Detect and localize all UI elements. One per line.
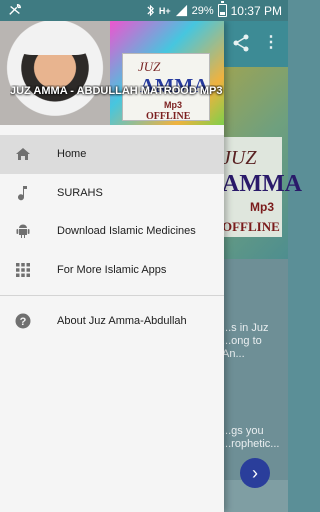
- menu-item-label: For More Islamic Apps: [57, 263, 167, 276]
- network-type: H+: [158, 5, 171, 16]
- bluetooth-icon: [147, 4, 154, 17]
- battery-icon: [217, 1, 227, 17]
- clock: 10:37 PM: [230, 3, 282, 18]
- navigation-drawer: JUZ AMMA Mp3 OFFLINE JUZ AMMA - ABDULLAH…: [0, 21, 224, 512]
- music-note-icon: [14, 184, 32, 202]
- signal-icon: [175, 4, 187, 17]
- menu-item-label: About Juz Amma-Abdullah: [57, 315, 187, 328]
- menu-item-about[interactable]: ? About Juz Amma-Abdullah: [0, 302, 224, 341]
- chevron-right-icon: ›: [252, 463, 258, 483]
- menu-item-label: SURAHS: [57, 186, 103, 199]
- logo-offline-text: OFFLINE: [146, 111, 191, 122]
- help-icon: ?: [14, 312, 32, 330]
- hero-offline-text: OFFLINE: [222, 219, 280, 234]
- menu-item-home[interactable]: Home: [0, 135, 224, 174]
- android-icon: [14, 222, 32, 240]
- hero-mp3-text: Mp3: [250, 200, 274, 214]
- hero-juz-text: JUZ: [222, 147, 257, 169]
- menu-item-surahs[interactable]: SURAHS: [0, 174, 224, 213]
- menu-item-label: Download Islamic Medicines: [57, 225, 196, 238]
- tools-icon: [9, 4, 21, 15]
- apps-grid-icon: [14, 261, 32, 279]
- menu-divider: [0, 295, 224, 296]
- list-item[interactable]: ...gs you ...rophetic...: [222, 425, 284, 451]
- battery-percent: 29%: [191, 4, 214, 17]
- logo-juz-text: JUZ: [138, 59, 161, 74]
- svg-text:?: ?: [20, 316, 27, 328]
- menu-item-download-medicines[interactable]: Download Islamic Medicines: [0, 212, 224, 251]
- next-button[interactable]: ›: [240, 458, 270, 488]
- drawer-title: JUZ AMMA - ABDULLAH MATROOD MP3: [10, 85, 223, 97]
- drawer-header: JUZ AMMA Mp3 OFFLINE JUZ AMMA - ABDULLAH…: [0, 21, 224, 125]
- menu-item-more-apps[interactable]: For More Islamic Apps: [0, 251, 224, 290]
- share-icon[interactable]: [232, 34, 250, 52]
- status-bar: H+ 29% 10:37 PM: [0, 0, 288, 21]
- menu-item-label: Home: [57, 148, 87, 161]
- logo-mp3-text: Mp3: [164, 100, 182, 110]
- hero-amma-text: AMMA: [222, 171, 302, 197]
- list-item[interactable]: ...s in Juz ...ong to An...: [222, 322, 284, 361]
- avatar-headscarf: [18, 25, 90, 55]
- more-options-icon[interactable]: ⋮: [263, 35, 279, 51]
- home-icon: [14, 145, 32, 163]
- drawer-menu: Home SURAHS Download Islamic Medicines F…: [0, 135, 224, 341]
